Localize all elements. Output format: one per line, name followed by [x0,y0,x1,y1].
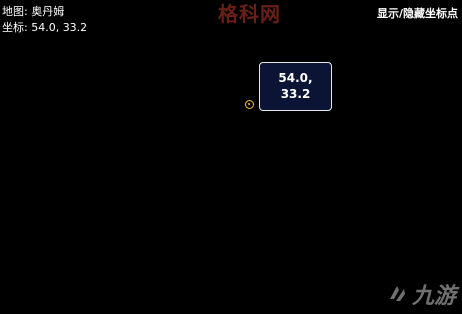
location-marker-icon[interactable] [245,100,254,109]
map-info-panel: 地图: 奥丹姆 坐标: 54.0, 33.2 [2,4,87,36]
jiuyou-logo-icon [389,286,405,301]
watermark-logo-top: 格科网 [218,2,281,26]
toggle-markers-button[interactable]: 显示/隐藏坐标点 [377,5,458,21]
coordinate-readout: 坐标: 54.0, 33.2 [2,21,88,34]
watermark-logo-bottom: 九游 [386,278,456,310]
map-name-label: 地图: 奥丹姆 [2,5,65,18]
tooltip-line-1: 54.0, [278,71,313,85]
map-canvas[interactable] [0,0,462,314]
watermark-bottom-text: 九游 [411,284,456,309]
coordinate-tooltip: 54.0, 33.2 [259,62,332,111]
tooltip-line-2: 33.2 [280,87,311,101]
